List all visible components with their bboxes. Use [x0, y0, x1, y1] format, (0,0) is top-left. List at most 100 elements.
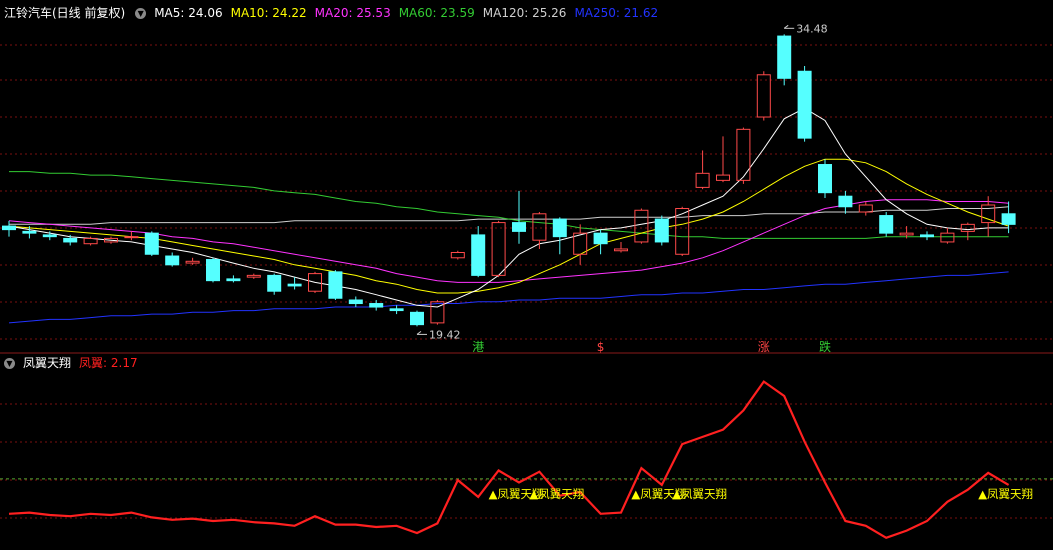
candle-body	[838, 195, 853, 208]
candle[interactable]	[960, 222, 975, 241]
candle[interactable]	[124, 231, 139, 241]
candle[interactable]	[756, 71, 771, 121]
event-marker[interactable]: 涨	[758, 339, 770, 354]
candle[interactable]	[144, 231, 159, 257]
candle-body	[328, 271, 343, 299]
candle[interactable]	[716, 136, 730, 183]
candle-body	[22, 230, 37, 234]
signal-label: ▲凤翼天翔	[529, 487, 584, 501]
ma-legend-item: MA20: 25.53	[314, 6, 391, 20]
candle[interactable]	[777, 34, 792, 86]
candle[interactable]	[83, 236, 98, 246]
candle-body	[654, 218, 669, 243]
candle[interactable]	[512, 190, 526, 244]
ma60-line	[9, 171, 1009, 239]
candle-body	[512, 222, 526, 232]
signal-label: ▲凤翼天翔	[978, 487, 1033, 501]
price-annotations: 34.48 19.42	[416, 22, 828, 341]
candle-body	[165, 255, 180, 266]
candle[interactable]	[858, 201, 873, 216]
grid-lines	[0, 44, 1053, 519]
candle[interactable]	[246, 273, 261, 279]
candle-body	[491, 222, 506, 276]
kline-chart[interactable]: 34.4819.42 港 $ 涨跌 ▲凤翼天翔▲凤翼天翔 ▲凤翼天翔▲凤翼天翔 ▲凤翼天…	[0, 0, 1053, 550]
candle-body	[899, 232, 914, 236]
candle[interactable]	[206, 257, 220, 283]
candle-body	[471, 234, 486, 276]
candle[interactable]	[593, 229, 608, 255]
candle[interactable]	[491, 220, 506, 278]
candle[interactable]	[226, 275, 241, 283]
candle[interactable]	[838, 190, 853, 214]
candle[interactable]	[287, 277, 302, 290]
candle-body	[389, 308, 404, 312]
candle[interactable]	[185, 257, 200, 265]
candle-body	[267, 274, 282, 292]
chevron-down-icon[interactable]: ▼	[4, 357, 15, 369]
indicator-value: 凤翼: 2.17	[79, 356, 138, 370]
indicator-header: ▼ 凤翼天翔 凤翼: 2.17	[4, 354, 146, 372]
candle[interactable]	[614, 241, 628, 253]
event-markers[interactable]: 港 $ 涨 跌	[472, 339, 831, 354]
candle[interactable]	[348, 296, 363, 308]
candle[interactable]	[920, 231, 934, 241]
candle-body	[369, 303, 384, 308]
candle-body	[246, 274, 261, 278]
high-price-label: 34.48	[796, 22, 828, 35]
low-price-label: 19.42	[429, 328, 461, 341]
indicator-line	[8, 380, 1010, 540]
ma-legend-item: MA250: 21.62	[574, 6, 659, 20]
candle-body	[144, 232, 159, 255]
candle[interactable]	[940, 227, 955, 244]
candle[interactable]	[471, 226, 486, 278]
candle-body	[777, 35, 792, 79]
candle-body	[818, 164, 832, 194]
candle-body	[940, 232, 955, 243]
chevron-down-icon[interactable]: ▼	[135, 7, 147, 19]
candle-body	[2, 225, 16, 231]
candle-body	[960, 223, 975, 232]
candle-body	[185, 260, 200, 264]
candle-body	[614, 248, 628, 252]
candle[interactable]	[634, 208, 649, 244]
candle-body	[287, 283, 302, 287]
candle-body	[450, 252, 465, 259]
candle-body	[797, 70, 812, 139]
candle-body	[348, 299, 363, 305]
candle-body	[716, 174, 730, 181]
ma5-line	[8, 107, 1009, 308]
candle[interactable]	[410, 310, 424, 327]
candle-body	[756, 74, 771, 118]
candle[interactable]	[450, 250, 465, 260]
event-marker[interactable]: $	[597, 340, 605, 354]
candle[interactable]	[797, 65, 812, 142]
indicator-title: 凤翼天翔	[23, 356, 72, 370]
candle[interactable]	[818, 159, 832, 198]
ma-legend-item: MA10: 24.22	[230, 6, 307, 20]
candle-body	[634, 209, 649, 243]
ma-legend-item: MA5: 24.06	[154, 6, 223, 20]
candle[interactable]	[552, 217, 567, 255]
candle-body	[124, 236, 139, 239]
candle[interactable]	[63, 234, 78, 246]
candle-body	[593, 232, 608, 245]
candle-body	[858, 204, 873, 213]
candle[interactable]	[267, 273, 282, 295]
candle[interactable]	[328, 270, 343, 301]
candle[interactable]	[165, 252, 180, 267]
stock-title: 江铃汽车(日线 前复权)	[4, 6, 126, 20]
event-marker[interactable]: 港	[472, 340, 484, 354]
candle[interactable]	[532, 212, 547, 249]
candle[interactable]	[2, 220, 16, 237]
candle[interactable]	[736, 127, 751, 184]
event-marker[interactable]: 跌	[819, 339, 831, 354]
candle-body	[42, 234, 57, 238]
candle[interactable]	[573, 224, 588, 265]
candle-body	[206, 259, 220, 282]
candle[interactable]	[389, 305, 404, 315]
main-header: 江铃汽车(日线 前复权) ▼ MA5: 24.06 MA10: 24.22 MA20…	[4, 4, 674, 22]
ma-legend: MA5: 24.06 MA10: 24.22 MA20: 25.53 MA60: 23…	[154, 4, 666, 22]
candle[interactable]	[879, 212, 894, 237]
candle[interactable]	[695, 150, 710, 190]
candle[interactable]	[654, 215, 669, 246]
